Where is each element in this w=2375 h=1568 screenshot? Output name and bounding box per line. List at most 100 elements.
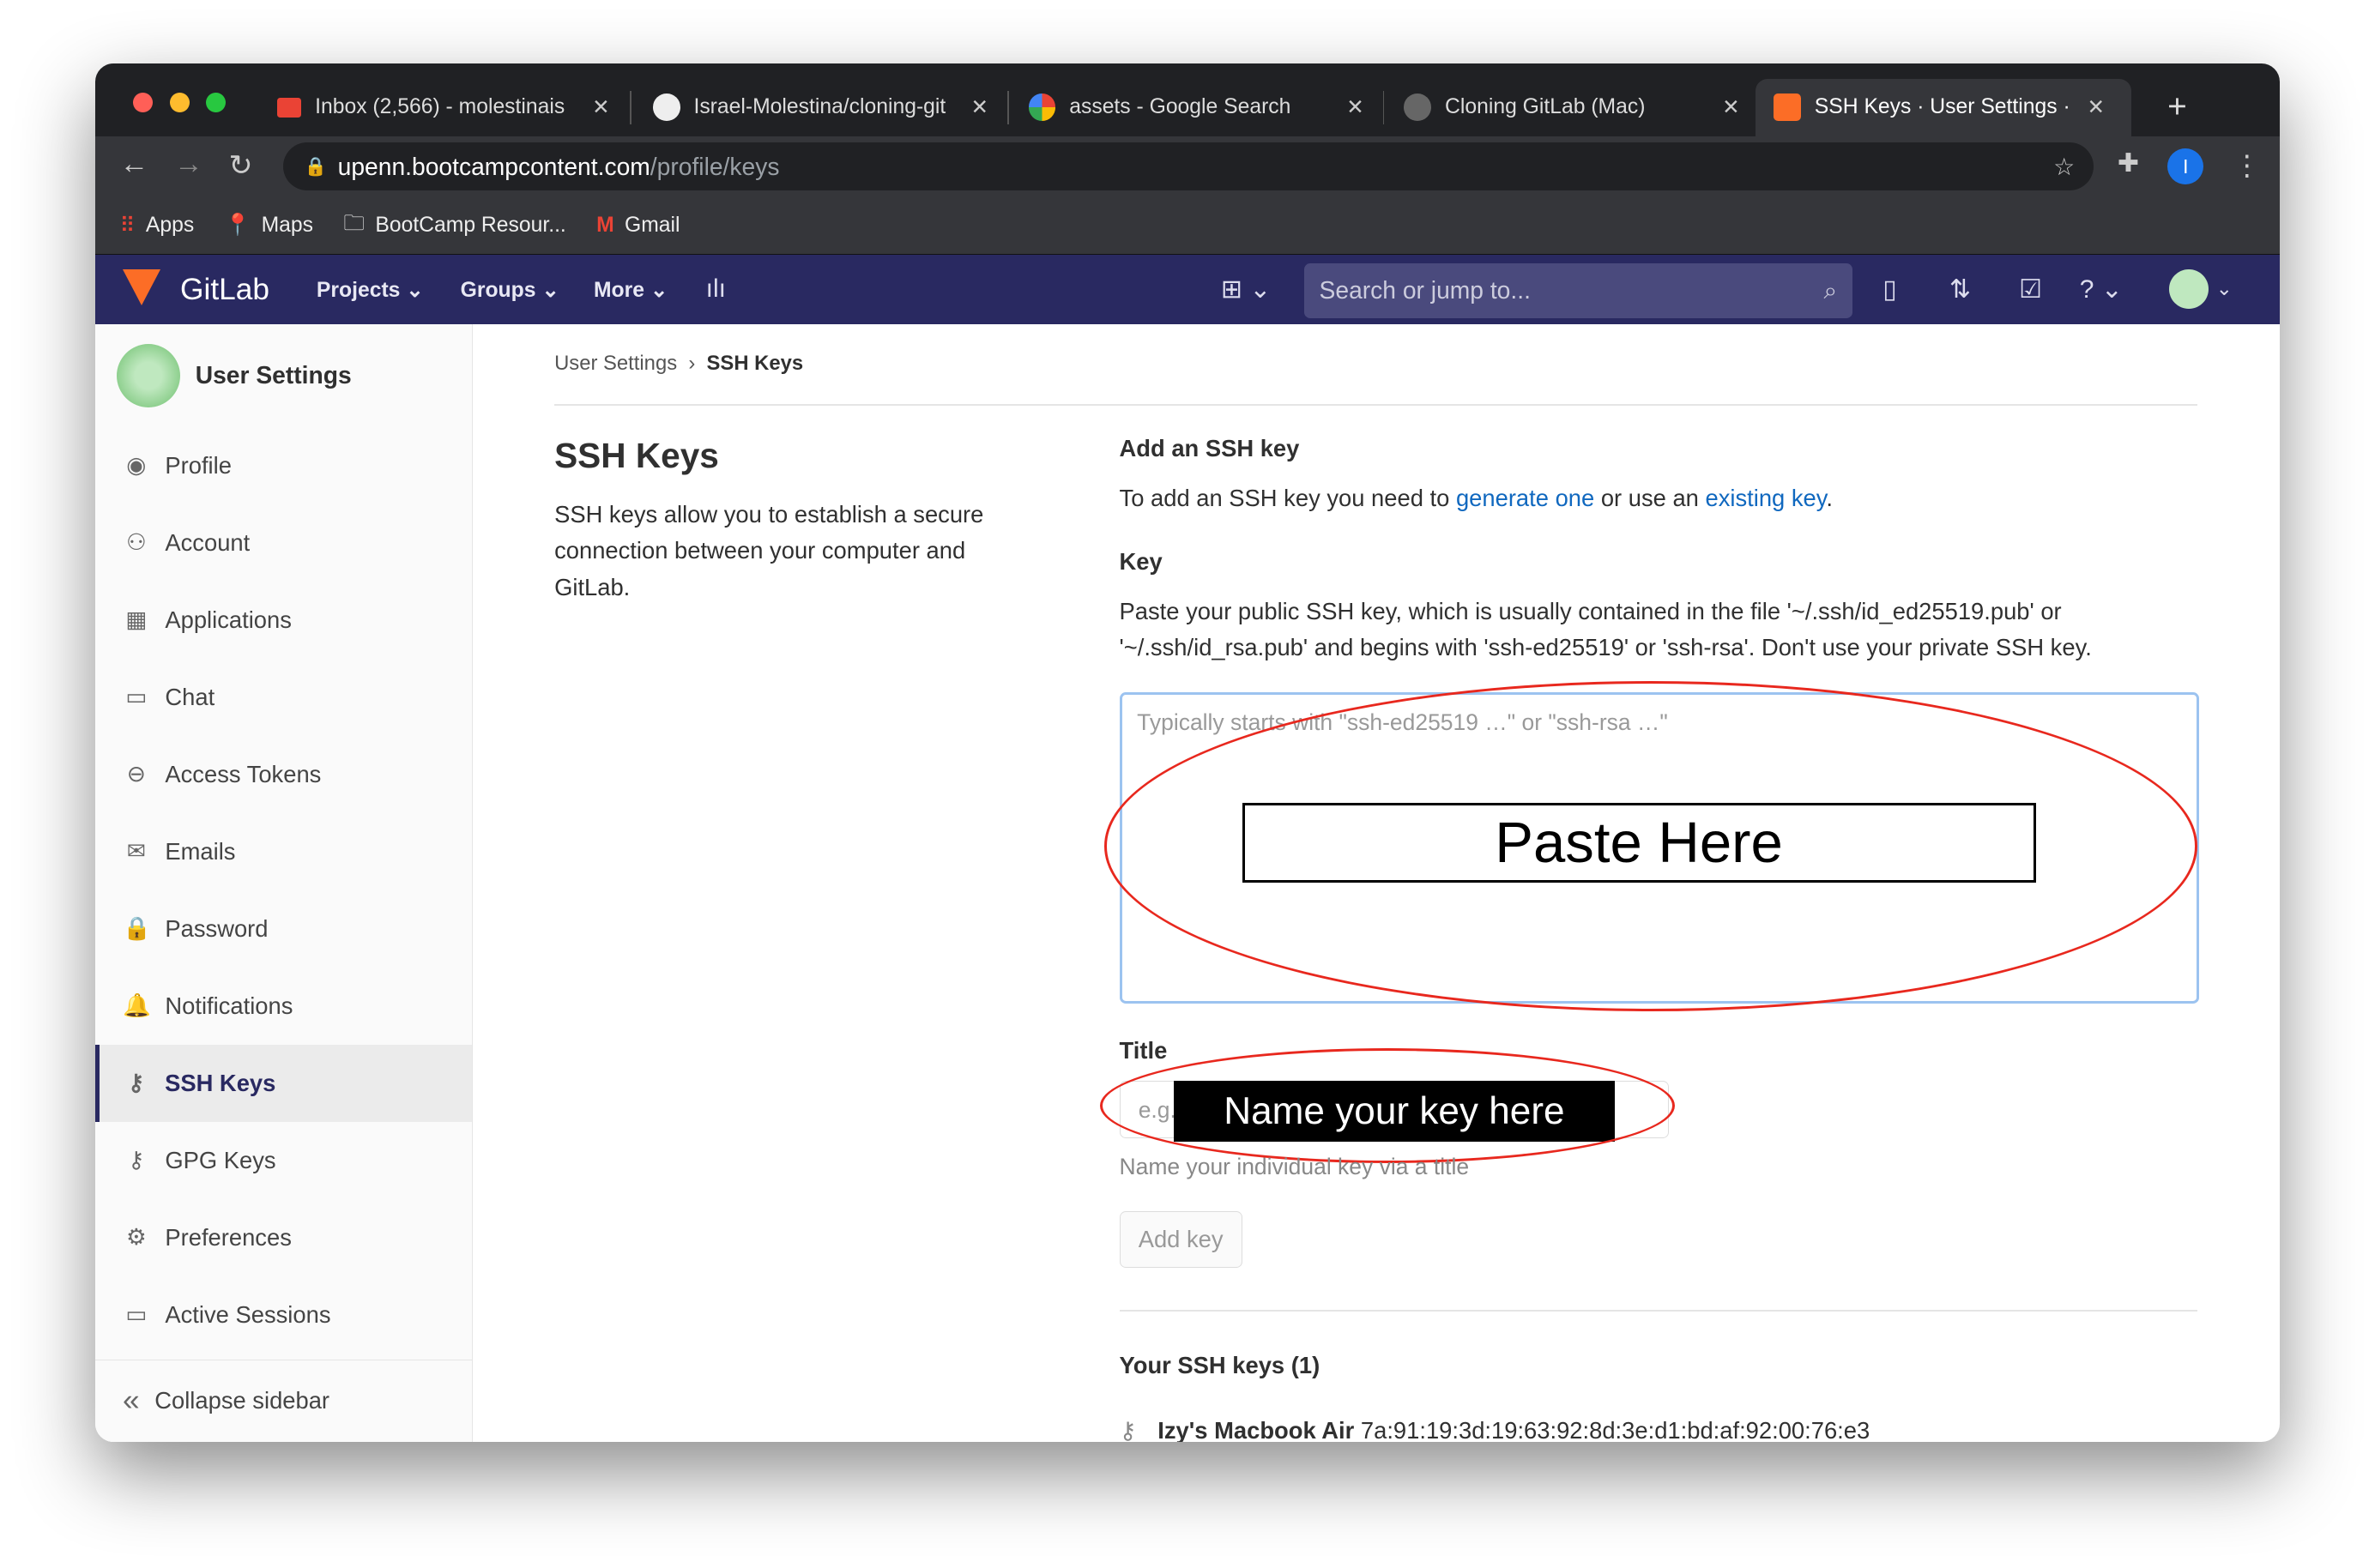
main-content: User Settings › SSH Keys SSH Keys SSH ke… (554, 324, 2200, 1442)
collapse-sidebar-button[interactable]: «Collapse sidebar (95, 1360, 472, 1441)
sidebar-item-account[interactable]: ⚇ Account (95, 504, 472, 582)
bookmark-gmail[interactable]: M Gmail (596, 214, 680, 238)
close-tab-icon[interactable]: ✕ (2088, 94, 2106, 120)
sidebar-item-profile[interactable]: ◉ Profile (95, 427, 472, 504)
nav-projects[interactable]: Projects ⌄ (317, 277, 424, 303)
gitlab-icon (1774, 93, 1801, 122)
ssh-key-row[interactable]: ⚷ Izy's Macbook Air 7a:91:19:3d:19:63:92:… (1120, 1417, 1870, 1441)
sidebar-item-access-tokens[interactable]: ⊖ Access Tokens (95, 736, 472, 813)
bookmark-apps[interactable]: ⠿ Apps (119, 213, 194, 238)
maximize-window-button[interactable] (206, 92, 226, 112)
browser-window: Inbox (2,566) - molestinais ✕ Israel-Mole… (95, 63, 2280, 1442)
existing-key-link[interactable]: existing key (1706, 485, 1827, 511)
key-help: Paste your public SSH key, which is usua… (1119, 597, 2092, 661)
folder-icon: 🗀 (343, 211, 366, 235)
close-tab-icon[interactable]: ✕ (592, 94, 610, 120)
todos-icon[interactable]: ☑ (2019, 274, 2042, 305)
sidebar-item-label: Profile (165, 451, 232, 479)
sidebar-item-active-sessions[interactable]: ▭ Active Sessions (95, 1276, 472, 1354)
sidebar-item-emails[interactable]: ✉ Emails (95, 813, 472, 890)
gitlab-navbar: GitLab Projects ⌄ Groups ⌄ More ⌄ ılı ⊞ … (95, 254, 2280, 324)
user-avatar[interactable] (2168, 269, 2209, 310)
sidebar-item-label: Emails (165, 837, 236, 865)
maps-pin-icon: 📍 (224, 214, 251, 238)
back-icon[interactable]: ← (119, 148, 148, 181)
password-icon: 🔒 (122, 915, 151, 942)
menu-icon[interactable]: ⋮ (2233, 148, 2262, 183)
close-tab-icon[interactable]: ✕ (1722, 94, 1740, 120)
key-highlight-ellipse (1103, 681, 2198, 1012)
extensions-icon[interactable]: ✚ (2118, 148, 2139, 178)
sidebar: User Settings ◉ Profile ⚇ Account ▦ Applicati… (95, 323, 473, 1442)
add-ssh-key-text: To add an SSH key you need to generate o… (1119, 484, 1834, 511)
chevron-down-icon[interactable]: ⌄ (2216, 277, 2233, 300)
nav-groups[interactable]: Groups ⌄ (461, 277, 559, 303)
close-tab-icon[interactable]: ✕ (1346, 94, 1364, 120)
tab-gmail[interactable]: Inbox (2,566) - molestinais ✕ (259, 79, 628, 136)
add-ssh-key-heading: Add an SSH key (1119, 434, 1300, 461)
nav-more[interactable]: More ⌄ (594, 277, 668, 303)
sidebar-item-label: Chat (165, 683, 215, 710)
new-tab-button[interactable]: + (2149, 79, 2205, 136)
sidebar-item-label: Applications (165, 606, 292, 633)
issues-icon[interactable]: ▯ (1882, 274, 1897, 305)
page-description: SSH keys allow you to establish a secure… (554, 501, 984, 600)
your-ssh-keys-heading: Your SSH keys (1) (1119, 1352, 1320, 1379)
sidebar-item-preferences[interactable]: ⚙ Preferences (95, 1199, 472, 1276)
title-help: Name your individual key via a title (1119, 1154, 1470, 1180)
sidebar-item-label: Password (165, 914, 269, 942)
key-icon: ⚷ (1119, 1417, 1137, 1442)
apps-grid-icon: ⠿ (119, 214, 136, 238)
sidebar-header[interactable]: User Settings (95, 324, 472, 427)
breadcrumb-user-settings[interactable]: User Settings (554, 352, 677, 375)
chat-icon: ▭ (125, 684, 148, 710)
help-icon[interactable]: ? ⌄ (2080, 274, 2123, 305)
merge-requests-icon[interactable]: ⇅ (1949, 274, 1971, 305)
profile-avatar[interactable]: I (2167, 148, 2204, 185)
sidebar-item-label: GPG Keys (165, 1146, 276, 1173)
lock-icon: 🔒 (304, 156, 328, 177)
new-item-icon[interactable]: ⊞ ⌄ (1221, 274, 1272, 305)
tab-ssh-keys[interactable]: SSH Keys · User Settings · GitLab✕ (1755, 78, 2131, 136)
sidebar-item-notifications[interactable]: 🔔 Notifications (95, 968, 472, 1045)
bookmark-bootcamp[interactable]: 🗀 BootCamp Resour... (343, 208, 565, 244)
minimize-window-button[interactable] (169, 92, 190, 112)
add-key-button[interactable]: Add key (1119, 1211, 1242, 1268)
address-bar-row: ← → ↻ 🔒 upenn.bootcampcontent.com/profil… (95, 136, 2280, 197)
close-window-button[interactable] (133, 92, 154, 112)
page-title: SSH Keys (554, 436, 719, 476)
sidebar-item-label: Access Tokens (165, 760, 322, 787)
activity-chart-icon[interactable]: ılı (706, 274, 726, 304)
tab-bar: Inbox (2,566) - molestinais ✕ Israel-Mole… (95, 63, 2280, 136)
title-label: Title (1119, 1037, 1168, 1064)
reload-icon[interactable]: ↻ (229, 148, 253, 183)
search-icon: ⌕ (1823, 275, 1838, 304)
bookmark-maps[interactable]: 📍 Maps (224, 213, 313, 238)
ssh-keys-icon: ⚷ (127, 1070, 145, 1096)
gitlab-logo-icon[interactable] (122, 269, 160, 305)
sidebar-item-applications[interactable]: ▦ Applications (95, 582, 472, 659)
bookmarks-bar: ⠿ Apps 📍 Maps 🗀 BootCamp Resour... M Gmail (95, 196, 2280, 255)
sidebar-item-label: Active Sessions (165, 1300, 331, 1328)
notifications-icon: 🔔 (122, 992, 151, 1019)
preferences-icon: ⚙ (125, 1224, 147, 1251)
sidebar-item-gpg-keys[interactable]: ⚷ GPG Keys (95, 1122, 472, 1199)
gitlab-brand[interactable]: GitLab (180, 273, 269, 307)
generate-one-link[interactable]: generate one (1456, 485, 1594, 511)
sidebar-item-chat[interactable]: ▭ Chat (95, 659, 472, 736)
title-highlight-ellipse (1099, 1047, 1676, 1163)
sidebar-item-ssh-keys[interactable]: ⚷ SSH Keys (95, 1044, 472, 1122)
star-icon[interactable]: ☆ (2053, 153, 2075, 181)
sidebar-item-password[interactable]: 🔒 Password (95, 890, 472, 968)
tab-github[interactable]: Israel-Molestina/cloning-git ✕ (635, 79, 1007, 136)
double-chevron-left-icon: « (122, 1384, 140, 1418)
tab-google[interactable]: assets - Google Search ✕ (1010, 79, 1382, 136)
avatar (116, 343, 181, 407)
profile-icon: ◉ (126, 452, 147, 479)
forward-icon[interactable]: → (174, 148, 203, 181)
url-bar[interactable]: 🔒 upenn.bootcampcontent.com/profile/keys… (283, 142, 2094, 191)
search-input[interactable]: Search or jump to... ⌕ (1303, 263, 1852, 318)
active-sessions-icon: ▭ (125, 1301, 148, 1328)
close-tab-icon[interactable]: ✕ (970, 94, 988, 120)
tab-cloning[interactable]: Cloning GitLab (Mac) ✕ (1386, 79, 1758, 136)
